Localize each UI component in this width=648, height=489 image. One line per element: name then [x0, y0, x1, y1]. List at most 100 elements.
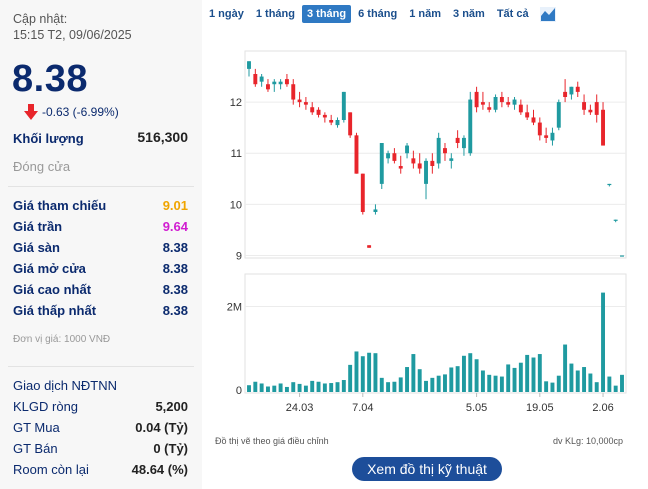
volume-bar — [443, 374, 447, 392]
volume-bar — [392, 381, 397, 392]
x-tick-label: 19.05 — [526, 402, 554, 414]
range-button[interactable]: Tất cả — [492, 5, 534, 23]
volume-bar — [297, 383, 302, 392]
volume-bar — [316, 381, 321, 392]
current-price: 8.38 — [12, 58, 88, 100]
volume-bar — [474, 359, 479, 392]
candle-body — [386, 153, 391, 159]
stat-label: Giá trần — [13, 219, 63, 234]
stat-value: 8.38 — [162, 303, 188, 318]
range-button[interactable]: 3 tháng — [301, 5, 352, 23]
volume-bar — [569, 363, 574, 392]
volume-bar — [607, 376, 612, 392]
candle-body — [443, 148, 447, 154]
range-button[interactable]: 1 ngày — [204, 5, 249, 23]
price-change-row: -0.63 (-6.99%) — [24, 104, 119, 120]
volume-bar — [588, 373, 593, 392]
candle-body — [582, 102, 587, 110]
volume-bar — [405, 367, 410, 392]
candle-body — [430, 160, 435, 166]
candle-body — [411, 158, 416, 164]
volume-bar — [480, 370, 485, 392]
updated-label: Cập nhật: — [13, 12, 68, 26]
unit-note: Đơn vị giá: 1000 VNĐ — [13, 334, 111, 345]
candle-body — [544, 135, 549, 138]
candle-body — [310, 107, 315, 113]
candle-body — [392, 153, 397, 161]
volume-bar — [544, 381, 549, 392]
volume-bar — [461, 355, 466, 392]
area-chart-icon[interactable] — [539, 6, 556, 22]
price-tick-label: 10 — [230, 199, 242, 211]
volume-bar — [329, 383, 334, 392]
candle-body — [493, 97, 498, 110]
divider — [8, 186, 194, 187]
candle-body — [468, 99, 473, 154]
candle-body — [398, 166, 403, 169]
quote-panel: Cập nhật: 15:15 T2, 09/06/2025 8.38 -0.6… — [0, 0, 202, 489]
chart-note: Đồ thị vẽ theo giá điều chỉnh — [215, 436, 329, 446]
range-selector: 1 ngày 1 tháng 3 tháng 6 tháng 1 năm 3 năm Tất… — [204, 4, 556, 24]
candle-body — [379, 143, 384, 184]
volume-bar — [506, 364, 511, 392]
candle-body — [303, 102, 308, 105]
volume-bar — [266, 386, 270, 392]
candle-body — [620, 255, 624, 257]
volume-bar — [367, 352, 372, 392]
candle-body — [575, 86, 580, 92]
volume-bar — [550, 382, 555, 392]
candle-body — [601, 109, 605, 146]
volume-bar — [291, 382, 296, 392]
price-chart: 12 11 10 9 2M 0 24.03 7.04 5.05 19.05 2.06 — [227, 50, 627, 414]
volume-bar — [430, 377, 435, 392]
candle-body — [613, 219, 618, 221]
volume-bar — [398, 377, 403, 392]
candle-body — [531, 117, 536, 123]
technical-chart-button[interactable]: Xem đồ thị kỹ thuật — [352, 457, 502, 481]
volume-bar — [487, 374, 492, 392]
candle-body — [341, 91, 346, 120]
candle-body — [316, 109, 321, 115]
stat-label: Giá cao nhất — [13, 282, 92, 297]
volume-bar — [575, 370, 580, 392]
foreign-value: 0 (Tỷ) — [153, 441, 188, 456]
candle-body — [556, 102, 561, 128]
volume-bar — [594, 382, 599, 392]
volume-bar — [411, 354, 416, 392]
candle-body — [417, 163, 422, 169]
volume-bar — [556, 375, 561, 392]
stat-value: 9.64 — [162, 219, 188, 234]
range-button[interactable]: 3 năm — [448, 5, 490, 23]
stat-value: 8.38 — [162, 240, 188, 255]
candle-body — [436, 137, 441, 164]
volume-bar — [493, 375, 498, 392]
candle-body — [424, 160, 428, 184]
candle-body — [537, 122, 542, 136]
range-button[interactable]: 1 tháng — [251, 5, 300, 23]
volume-bar — [272, 385, 277, 392]
volume-panel-frame — [244, 273, 627, 394]
candle-body — [487, 107, 492, 110]
volume-bar — [247, 385, 251, 392]
range-button[interactable]: 6 tháng — [353, 5, 402, 23]
candle-body — [588, 109, 593, 113]
x-tick-label: 7.04 — [352, 402, 373, 414]
volume-bar — [360, 356, 365, 392]
volume-bar — [335, 382, 340, 392]
candle-body — [253, 74, 258, 85]
candle-body — [461, 137, 466, 149]
candle-body — [512, 99, 517, 105]
range-button[interactable]: 1 năm — [404, 5, 446, 23]
volume-bar — [322, 383, 327, 392]
updated-time: 15:15 T2, 09/06/2025 — [13, 28, 132, 42]
volume-bar — [436, 375, 441, 392]
candle-body — [594, 102, 599, 115]
volume-bar — [386, 382, 391, 392]
candle-body — [506, 102, 511, 105]
price-tick-label: 12 — [230, 97, 242, 109]
candle-body — [373, 209, 378, 212]
price-tick-label: 11 — [231, 148, 242, 160]
price-panel-frame — [244, 50, 627, 259]
candle-body — [563, 91, 568, 97]
candle-body — [360, 173, 365, 212]
